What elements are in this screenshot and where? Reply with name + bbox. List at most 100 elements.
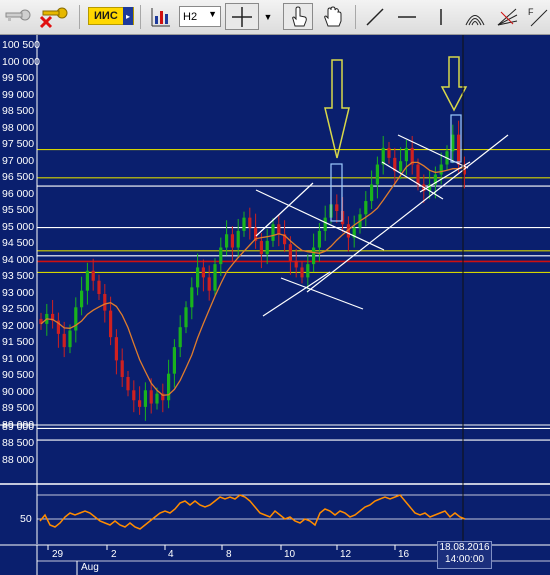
day-label: 8 (226, 549, 232, 560)
price-label: 95 500 (2, 204, 35, 216)
candle-body (219, 247, 223, 265)
oscillator-level-label: 50 (20, 513, 32, 525)
candle-body (62, 333, 66, 348)
horizontal-line-icon[interactable] (394, 3, 420, 30)
arc-icon[interactable] (462, 3, 488, 30)
toolbar-separator (140, 5, 141, 29)
oscillator-panel[interactable] (0, 483, 550, 544)
account-label: ИИС (94, 10, 118, 22)
candle-body (265, 240, 269, 255)
candle-body (132, 390, 136, 401)
crosshair-icon[interactable] (225, 3, 259, 30)
month-label: Aug (81, 562, 99, 573)
cursor-date: 18.08.2016 (439, 542, 490, 553)
key-icon[interactable] (2, 3, 32, 30)
price-label: 92 000 (2, 320, 35, 332)
candle-body (439, 164, 443, 175)
candle-body (259, 240, 263, 255)
price-label: 95 000 (2, 221, 35, 233)
toolbar: ИИС ▸ H2 ▼ ▼ F (0, 0, 550, 35)
crosshair-dropdown-arrow-icon[interactable]: ▼ (260, 3, 276, 30)
candle-body (196, 267, 200, 288)
candle-body (457, 134, 461, 165)
candle-body (370, 184, 374, 202)
price-label: 90 000 (2, 386, 35, 398)
cursor-time-label: 18.08.2016 14:00:00 (437, 541, 492, 569)
trend-line-icon[interactable] (362, 3, 388, 30)
timeframe-value: H2 (183, 10, 198, 23)
candle-body (242, 217, 246, 231)
candle-body (323, 217, 327, 231)
candle-body (375, 164, 379, 185)
candle-body (387, 147, 391, 158)
candle-body (114, 337, 118, 361)
price-label: 93 000 (2, 287, 35, 299)
toolbar-separator (355, 5, 356, 29)
candle-body (451, 134, 455, 152)
candle-body (364, 201, 368, 215)
price-label: 91 500 (2, 336, 35, 348)
hand-pointer-icon[interactable] (283, 3, 313, 30)
fibonacci-icon[interactable]: F (526, 3, 550, 30)
candle-body (207, 277, 211, 291)
candle-body (300, 267, 304, 278)
price-label: 94 000 (2, 254, 35, 266)
candle-body (97, 280, 101, 294)
candle-body (213, 264, 217, 291)
candle-body (178, 327, 182, 348)
candle-body (248, 217, 252, 228)
candle-body (230, 234, 234, 248)
candle-body (184, 307, 188, 328)
price-label: 91 000 (2, 353, 35, 365)
indicators-icon[interactable] (146, 3, 174, 30)
candle-body (103, 294, 107, 311)
candle-body (294, 260, 298, 268)
candle-body (109, 310, 113, 338)
candle-body (312, 247, 316, 265)
price-label: 90 500 (2, 369, 35, 381)
vertical-line-icon[interactable] (428, 3, 454, 30)
candle-body (416, 164, 420, 185)
day-label: 10 (284, 549, 296, 560)
fan-icon[interactable] (494, 3, 520, 30)
svg-text:F: F (528, 7, 534, 17)
day-label: 2 (111, 549, 117, 560)
candle-body (91, 270, 95, 281)
candle-body (306, 264, 310, 278)
price-label: 96 000 (2, 188, 35, 200)
candle-body (277, 224, 281, 235)
candle-body (225, 234, 229, 248)
candle-body (85, 270, 89, 291)
candle-body (335, 204, 339, 211)
cursor-time: 14:00:00 (445, 554, 484, 565)
account-dropdown-arrow-icon[interactable]: ▸ (123, 7, 133, 25)
candle-body (155, 393, 159, 404)
candle-body (317, 230, 321, 248)
price-label: 99 000 (2, 89, 35, 101)
price-label: 97 500 (2, 138, 35, 150)
price-label: 100 500 (2, 39, 40, 51)
candle-body (149, 390, 153, 404)
day-label: 12 (340, 549, 352, 560)
candle-body (68, 330, 72, 348)
price-chart[interactable] (0, 35, 550, 483)
price-label: 98 000 (2, 122, 35, 134)
timeframe-dropdown[interactable]: H2 ▼ (179, 6, 221, 27)
candle-body (143, 390, 147, 407)
price-label: 89 000 (2, 421, 35, 433)
price-label: 94 500 (2, 237, 35, 249)
candle-body (190, 287, 194, 308)
price-label: 92 500 (2, 303, 35, 315)
candle-body (120, 360, 124, 377)
hand-pan-icon[interactable] (318, 3, 348, 30)
day-label: 29 (52, 549, 64, 560)
price-label: 93 500 (2, 270, 35, 282)
candle-body (288, 244, 292, 261)
candle-body (399, 161, 403, 172)
candle-body (167, 373, 171, 401)
candle-body (404, 147, 408, 162)
candle-body (126, 377, 130, 391)
delete-key-icon[interactable] (34, 3, 72, 30)
candle-body (80, 290, 84, 308)
candle-body (271, 224, 275, 241)
